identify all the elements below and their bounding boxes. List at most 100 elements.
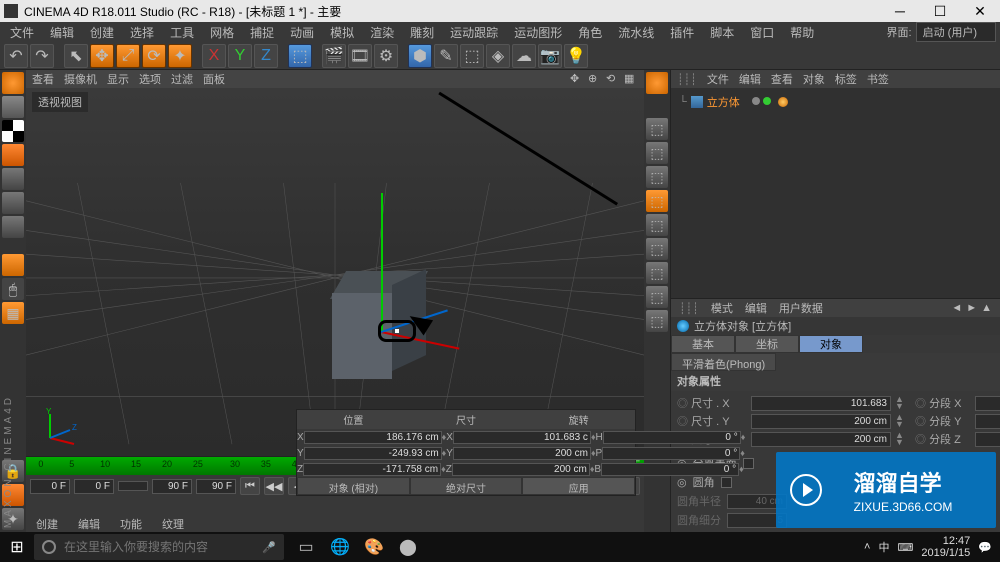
subtab-coord[interactable]: 坐标 (735, 335, 799, 353)
menu-tools[interactable]: 工具 (164, 24, 200, 41)
size-z-coord-input[interactable] (452, 463, 590, 476)
visibility-render-dot[interactable] (763, 97, 771, 105)
am-tab-edit[interactable]: 编辑 (745, 300, 767, 316)
timeline-current-input[interactable] (74, 479, 114, 494)
menu-mograph[interactable]: 运动图形 (508, 24, 568, 41)
mic-icon[interactable]: 🎤 (262, 541, 276, 554)
rot-p-input[interactable] (602, 447, 740, 460)
menu-select[interactable]: 选择 (124, 24, 160, 41)
add-spline[interactable]: ✎ (434, 44, 458, 68)
om-tab-tags[interactable]: 标签 (835, 71, 857, 87)
vp-menu-options[interactable]: 选项 (139, 71, 161, 87)
phong-tag-icon[interactable] (778, 97, 788, 107)
goto-start-button[interactable]: ⏮ (240, 477, 260, 495)
taskbar-app-edge[interactable]: 🌐 (324, 532, 356, 562)
nav-globe-icon[interactable] (646, 72, 668, 94)
filter5-icon[interactable]: ⬚ (646, 214, 668, 236)
point-mode-button[interactable] (2, 168, 24, 190)
tray-ime-icon[interactable]: 中 (878, 539, 889, 555)
vp-menu-filter[interactable]: 过滤 (171, 71, 193, 87)
menu-render[interactable]: 渲染 (364, 24, 400, 41)
menu-snap[interactable]: 捕捉 (244, 24, 280, 41)
add-primitive[interactable]: ⬢ (408, 44, 432, 68)
coord-size-select[interactable]: 绝对尺寸 (410, 477, 523, 495)
menu-tracker[interactable]: 运动跟踪 (444, 24, 504, 41)
filter3-icon[interactable]: ⬚ (646, 166, 668, 188)
om-tab-edit[interactable]: 编辑 (739, 71, 761, 87)
coord-apply-button[interactable]: 应用 (522, 477, 635, 495)
tweak-mode-button[interactable]: 🖱 (2, 278, 24, 300)
menu-sculpt[interactable]: 雕刻 (404, 24, 440, 41)
timeline-start-input[interactable] (30, 479, 70, 494)
om-tab-bookmarks[interactable]: 书签 (867, 71, 889, 87)
menu-animate[interactable]: 动画 (284, 24, 320, 41)
menu-simulate[interactable]: 模拟 (324, 24, 360, 41)
taskbar-app-c4d[interactable]: ⬤ (392, 532, 424, 562)
add-camera[interactable]: 📷 (538, 44, 562, 68)
vp-menu-panel[interactable]: 面板 (203, 71, 225, 87)
mat-tab-create[interactable]: 创建 (26, 514, 68, 532)
taskbar-search[interactable]: 🎤 (34, 534, 284, 560)
axis-mode-button[interactable] (2, 254, 24, 276)
rotate-tool[interactable]: ⟳ (142, 44, 166, 68)
filter4-icon[interactable]: ⬚ (646, 190, 668, 212)
timeline-range-input[interactable] (196, 479, 236, 494)
maximize-button[interactable]: ☐ (924, 1, 956, 21)
select-tool[interactable]: ⬉ (64, 44, 88, 68)
menu-window[interactable]: 窗口 (744, 24, 780, 41)
tray-keyboard-icon[interactable]: ⌨ (897, 541, 913, 554)
size-y-input[interactable] (751, 414, 891, 429)
menu-help[interactable]: 帮助 (784, 24, 820, 41)
rot-b-input[interactable] (601, 463, 739, 476)
render-settings[interactable]: ⚙ (374, 44, 398, 68)
polygon-mode-button[interactable] (2, 216, 24, 238)
viewport-perspective[interactable]: 透视视图 (26, 88, 644, 456)
taskbar-app-paint[interactable]: 🎨 (358, 532, 390, 562)
vp-pan-icon[interactable]: ✥ (570, 72, 584, 86)
separate-surfaces-checkbox[interactable] (743, 458, 754, 469)
render-view[interactable]: 🎬 (322, 44, 346, 68)
mat-tab-texture[interactable]: 纹理 (152, 514, 194, 532)
pos-y-input[interactable] (304, 447, 442, 460)
spinner-icon[interactable]: ▲▼ (895, 396, 911, 410)
vp-orbit-icon[interactable]: ⟲ (606, 72, 620, 86)
close-button[interactable]: ✕ (964, 1, 996, 21)
am-tab-userdata[interactable]: 用户数据 (779, 300, 823, 316)
add-deformer[interactable]: ◈ (486, 44, 510, 68)
minimize-button[interactable]: ─ (884, 1, 916, 21)
edge-mode-button[interactable] (2, 192, 24, 214)
prev-key-button[interactable]: ◀◀ (264, 477, 284, 495)
search-input[interactable] (64, 540, 254, 554)
am-nav-fwd-icon[interactable]: ► (966, 302, 977, 314)
filter7-icon[interactable]: ⬚ (646, 262, 668, 284)
model-mode-button[interactable] (2, 96, 24, 118)
tray-up-icon[interactable]: ˄ (864, 541, 870, 553)
vp-menu-display[interactable]: 显示 (107, 71, 129, 87)
render-region[interactable]: 🎞 (348, 44, 372, 68)
menu-character[interactable]: 角色 (572, 24, 608, 41)
coord-mode-select[interactable]: 对象 (相对) (297, 477, 410, 495)
subtab-basic[interactable]: 基本 (671, 335, 735, 353)
scale-tool[interactable]: ⤢ (116, 44, 140, 68)
seg-y-input[interactable] (975, 414, 1000, 429)
filter-icon[interactable]: ⬚ (646, 118, 668, 140)
size-x-input[interactable] (751, 396, 891, 411)
pos-z-input[interactable] (303, 463, 441, 476)
rot-h-input[interactable] (603, 431, 741, 444)
vp-menu-camera[interactable]: 摄像机 (64, 71, 97, 87)
menu-pipeline[interactable]: 流水线 (612, 24, 660, 41)
redo-button[interactable]: ↷ (30, 44, 54, 68)
menu-script[interactable]: 脚本 (704, 24, 740, 41)
axis-y-lock[interactable]: Y (228, 44, 252, 68)
size-z-input[interactable] (751, 432, 891, 447)
mat-tab-function[interactable]: 功能 (110, 514, 152, 532)
menu-edit[interactable]: 编辑 (44, 24, 80, 41)
vp-menu-view[interactable]: 查看 (32, 71, 54, 87)
object-hierarchy[interactable]: └ 立方体 (671, 88, 1000, 298)
filter8-icon[interactable]: ⬚ (646, 286, 668, 308)
menu-create[interactable]: 创建 (84, 24, 120, 41)
pos-x-input[interactable] (304, 431, 442, 444)
mat-tab-edit[interactable]: 编辑 (68, 514, 110, 532)
filter2-icon[interactable]: ⬚ (646, 142, 668, 164)
menu-mesh[interactable]: 网格 (204, 24, 240, 41)
